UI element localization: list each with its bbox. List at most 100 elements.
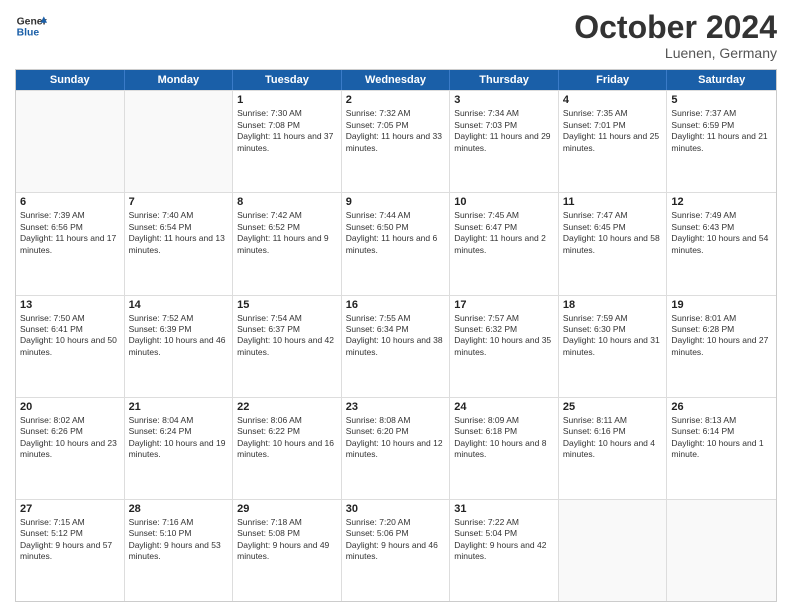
- day-number: 10: [454, 196, 554, 208]
- day-info: Sunrise: 8:02 AM Sunset: 6:26 PM Dayligh…: [20, 415, 120, 461]
- day-number: 27: [20, 503, 120, 515]
- day-info: Sunrise: 7:16 AM Sunset: 5:10 PM Dayligh…: [129, 517, 229, 563]
- day-number: 8: [237, 196, 337, 208]
- empty-cell: [559, 500, 668, 601]
- day-number: 18: [563, 299, 663, 311]
- day-cell-2: 2Sunrise: 7:32 AM Sunset: 7:05 PM Daylig…: [342, 91, 451, 192]
- day-cell-11: 11Sunrise: 7:47 AM Sunset: 6:45 PM Dayli…: [559, 193, 668, 294]
- day-cell-23: 23 Sunrise: 8:08 AM Sunset: 6:20 PM Dayli…: [342, 398, 451, 499]
- day-info: Sunrise: 7:50 AM Sunset: 6:41 PM Dayligh…: [20, 313, 120, 359]
- day-info: Sunrise: 8:08 AM Sunset: 6:20 PM Dayligh…: [346, 415, 446, 461]
- day-info: Sunrise: 7:15 AM Sunset: 5:12 PM Dayligh…: [20, 517, 120, 563]
- day-cell-14: 14Sunrise: 7:52 AM Sunset: 6:39 PM Dayli…: [125, 296, 234, 397]
- day-info: Sunrise: 8:09 AM Sunset: 6:18 PM Dayligh…: [454, 415, 554, 461]
- day-info: Sunrise: 7:35 AM Sunset: 7:01 PM Dayligh…: [563, 108, 663, 154]
- day-info: Sunrise: 7:22 AM Sunset: 5:04 PM Dayligh…: [454, 517, 554, 563]
- day-info: Sunrise: 7:40 AM Sunset: 6:54 PM Dayligh…: [129, 210, 229, 256]
- day-info: Sunrise: 7:32 AM Sunset: 7:05 PM Dayligh…: [346, 108, 446, 154]
- day-cell-27: 27 Sunrise: 7:15 AM Sunset: 5:12 PM Dayli…: [16, 500, 125, 601]
- day-cell-4: 4 Sunrise: 7:35 AM Sunset: 7:01 PM Daylig…: [559, 91, 668, 192]
- day-cell-28: 28 Sunrise: 7:16 AM Sunset: 5:10 PM Dayli…: [125, 500, 234, 601]
- day-cell-31: 31 Sunrise: 7:22 AM Sunset: 5:04 PM Dayli…: [450, 500, 559, 601]
- day-cell-30: 30 Sunrise: 7:20 AM Sunset: 5:06 PM Dayli…: [342, 500, 451, 601]
- day-number: 17: [454, 299, 554, 311]
- day-info: Sunrise: 8:11 AM Sunset: 6:16 PM Dayligh…: [563, 415, 663, 461]
- day-number: 23: [346, 401, 446, 413]
- logo: General Blue: [15, 10, 47, 42]
- calendar-row-1: 6 Sunrise: 7:39 AM Sunset: 6:56 PM Daylig…: [16, 192, 776, 294]
- day-number: 24: [454, 401, 554, 413]
- day-number: 13: [20, 299, 120, 311]
- day-info: Sunrise: 7:18 AM Sunset: 5:08 PM Dayligh…: [237, 517, 337, 563]
- day-number: 5: [671, 94, 772, 106]
- header-day-wednesday: Wednesday: [342, 70, 451, 90]
- day-number: 16: [346, 299, 446, 311]
- day-cell-6: 6 Sunrise: 7:39 AM Sunset: 6:56 PM Daylig…: [16, 193, 125, 294]
- day-number: 15: [237, 299, 337, 311]
- day-cell-21: 21Sunrise: 8:04 AM Sunset: 6:24 PM Dayli…: [125, 398, 234, 499]
- day-cell-16: 16 Sunrise: 7:55 AM Sunset: 6:34 PM Dayli…: [342, 296, 451, 397]
- day-cell-25: 25 Sunrise: 8:11 AM Sunset: 6:16 PM Dayli…: [559, 398, 668, 499]
- day-cell-22: 22 Sunrise: 8:06 AM Sunset: 6:22 PM Dayli…: [233, 398, 342, 499]
- svg-text:Blue: Blue: [17, 28, 40, 39]
- day-number: 25: [563, 401, 663, 413]
- day-info: Sunrise: 7:37 AM Sunset: 6:59 PM Dayligh…: [671, 108, 772, 154]
- day-cell-12: 12Sunrise: 7:49 AM Sunset: 6:43 PM Dayli…: [667, 193, 776, 294]
- empty-cell: [667, 500, 776, 601]
- day-cell-26: 26Sunrise: 8:13 AM Sunset: 6:14 PM Dayli…: [667, 398, 776, 499]
- day-cell-19: 19Sunrise: 8:01 AM Sunset: 6:28 PM Dayli…: [667, 296, 776, 397]
- day-cell-29: 29Sunrise: 7:18 AM Sunset: 5:08 PM Dayli…: [233, 500, 342, 601]
- day-info: Sunrise: 7:59 AM Sunset: 6:30 PM Dayligh…: [563, 313, 663, 359]
- day-info: Sunrise: 7:44 AM Sunset: 6:50 PM Dayligh…: [346, 210, 446, 256]
- day-number: 20: [20, 401, 120, 413]
- header-day-thursday: Thursday: [450, 70, 559, 90]
- month-title: October 2024: [574, 10, 777, 45]
- day-number: 9: [346, 196, 446, 208]
- title-block: October 2024 Luenen, Germany: [574, 10, 777, 61]
- day-number: 14: [129, 299, 229, 311]
- day-number: 7: [129, 196, 229, 208]
- calendar-row-3: 20 Sunrise: 8:02 AM Sunset: 6:26 PM Dayli…: [16, 397, 776, 499]
- header-day-sunday: Sunday: [16, 70, 125, 90]
- day-number: 28: [129, 503, 229, 515]
- day-number: 3: [454, 94, 554, 106]
- calendar-row-0: 1Sunrise: 7:30 AM Sunset: 7:08 PM Daylig…: [16, 90, 776, 192]
- day-number: 30: [346, 503, 446, 515]
- day-number: 19: [671, 299, 772, 311]
- day-info: Sunrise: 7:30 AM Sunset: 7:08 PM Dayligh…: [237, 108, 337, 154]
- empty-cell: [16, 91, 125, 192]
- header-day-tuesday: Tuesday: [233, 70, 342, 90]
- header-day-friday: Friday: [559, 70, 668, 90]
- day-cell-7: 7 Sunrise: 7:40 AM Sunset: 6:54 PM Daylig…: [125, 193, 234, 294]
- calendar-header: SundayMondayTuesdayWednesdayThursdayFrid…: [16, 70, 776, 90]
- day-number: 31: [454, 503, 554, 515]
- day-info: Sunrise: 7:45 AM Sunset: 6:47 PM Dayligh…: [454, 210, 554, 256]
- header-day-saturday: Saturday: [667, 70, 776, 90]
- day-number: 22: [237, 401, 337, 413]
- calendar: SundayMondayTuesdayWednesdayThursdayFrid…: [15, 69, 777, 602]
- header: General Blue October 2024 Luenen, German…: [15, 10, 777, 61]
- header-day-monday: Monday: [125, 70, 234, 90]
- day-info: Sunrise: 7:20 AM Sunset: 5:06 PM Dayligh…: [346, 517, 446, 563]
- day-cell-17: 17Sunrise: 7:57 AM Sunset: 6:32 PM Dayli…: [450, 296, 559, 397]
- day-cell-1: 1Sunrise: 7:30 AM Sunset: 7:08 PM Daylig…: [233, 91, 342, 192]
- day-number: 12: [671, 196, 772, 208]
- generalblue-logo-icon: General Blue: [15, 10, 47, 42]
- day-cell-18: 18 Sunrise: 7:59 AM Sunset: 6:30 PM Dayli…: [559, 296, 668, 397]
- day-info: Sunrise: 8:13 AM Sunset: 6:14 PM Dayligh…: [671, 415, 772, 461]
- day-cell-15: 15 Sunrise: 7:54 AM Sunset: 6:37 PM Dayli…: [233, 296, 342, 397]
- day-info: Sunrise: 8:06 AM Sunset: 6:22 PM Dayligh…: [237, 415, 337, 461]
- day-info: Sunrise: 7:55 AM Sunset: 6:34 PM Dayligh…: [346, 313, 446, 359]
- day-info: Sunrise: 7:39 AM Sunset: 6:56 PM Dayligh…: [20, 210, 120, 256]
- day-cell-5: 5 Sunrise: 7:37 AM Sunset: 6:59 PM Daylig…: [667, 91, 776, 192]
- day-info: Sunrise: 7:54 AM Sunset: 6:37 PM Dayligh…: [237, 313, 337, 359]
- day-cell-10: 10 Sunrise: 7:45 AM Sunset: 6:47 PM Dayli…: [450, 193, 559, 294]
- day-cell-8: 8Sunrise: 7:42 AM Sunset: 6:52 PM Daylig…: [233, 193, 342, 294]
- page: General Blue October 2024 Luenen, German…: [0, 0, 792, 612]
- day-info: Sunrise: 7:34 AM Sunset: 7:03 PM Dayligh…: [454, 108, 554, 154]
- calendar-body: 1Sunrise: 7:30 AM Sunset: 7:08 PM Daylig…: [16, 90, 776, 601]
- day-number: 6: [20, 196, 120, 208]
- calendar-row-2: 13 Sunrise: 7:50 AM Sunset: 6:41 PM Dayli…: [16, 295, 776, 397]
- location: Luenen, Germany: [574, 45, 777, 61]
- day-number: 4: [563, 94, 663, 106]
